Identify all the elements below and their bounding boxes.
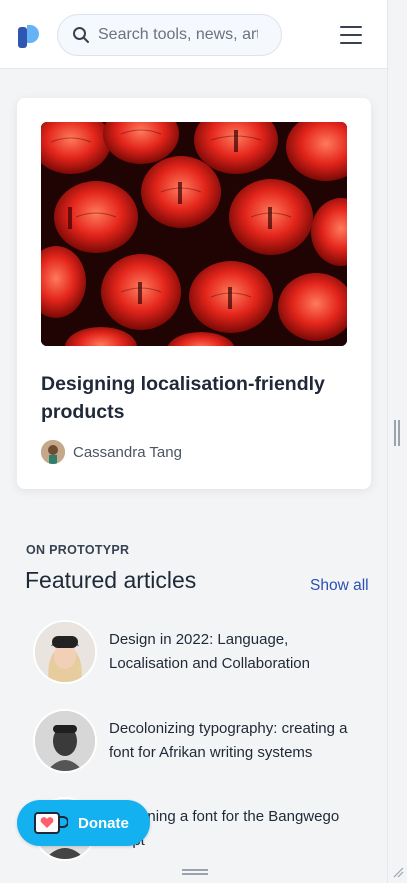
show-all-link[interactable]: Show all xyxy=(310,577,369,595)
post-title[interactable]: Designing localisation-friendly products xyxy=(41,370,341,426)
article-item[interactable]: Decolonizing typography: creating a font… xyxy=(33,709,373,773)
featured-post-card[interactable]: Designing localisation-friendly products… xyxy=(17,98,371,489)
author-name[interactable]: Cassandra Tang xyxy=(73,444,182,461)
article-avatar xyxy=(33,709,97,773)
page-frame: Designing localisation-friendly products… xyxy=(0,0,388,883)
section-title: Featured articles xyxy=(25,567,197,593)
article-title[interactable]: Design in 2022: Language, Localisation a… xyxy=(109,628,367,676)
donate-button[interactable]: Donate xyxy=(17,800,150,846)
author-avatar xyxy=(41,440,65,464)
resize-grip-icon[interactable] xyxy=(392,866,404,878)
section-eyebrow: ON PROTOTYPR xyxy=(26,543,130,557)
prototypr-logo-icon[interactable] xyxy=(18,24,40,48)
search-input[interactable] xyxy=(98,26,258,44)
post-author[interactable]: Cassandra Tang xyxy=(41,440,182,464)
article-item[interactable]: Design in 2022: Language, Localisation a… xyxy=(33,620,373,684)
search-bar[interactable] xyxy=(57,14,282,56)
heart-cup-icon xyxy=(34,812,68,834)
article-title[interactable]: Decolonizing typography: creating a font… xyxy=(109,717,367,765)
top-header xyxy=(0,0,387,69)
post-hero-image[interactable] xyxy=(41,122,347,346)
search-icon xyxy=(73,27,89,43)
article-avatar xyxy=(33,620,97,684)
hamburger-menu-icon[interactable] xyxy=(340,26,362,44)
donate-label: Donate xyxy=(78,814,129,832)
bottom-resize-handle[interactable] xyxy=(182,869,208,875)
panel-resize-handle[interactable] xyxy=(394,420,400,446)
